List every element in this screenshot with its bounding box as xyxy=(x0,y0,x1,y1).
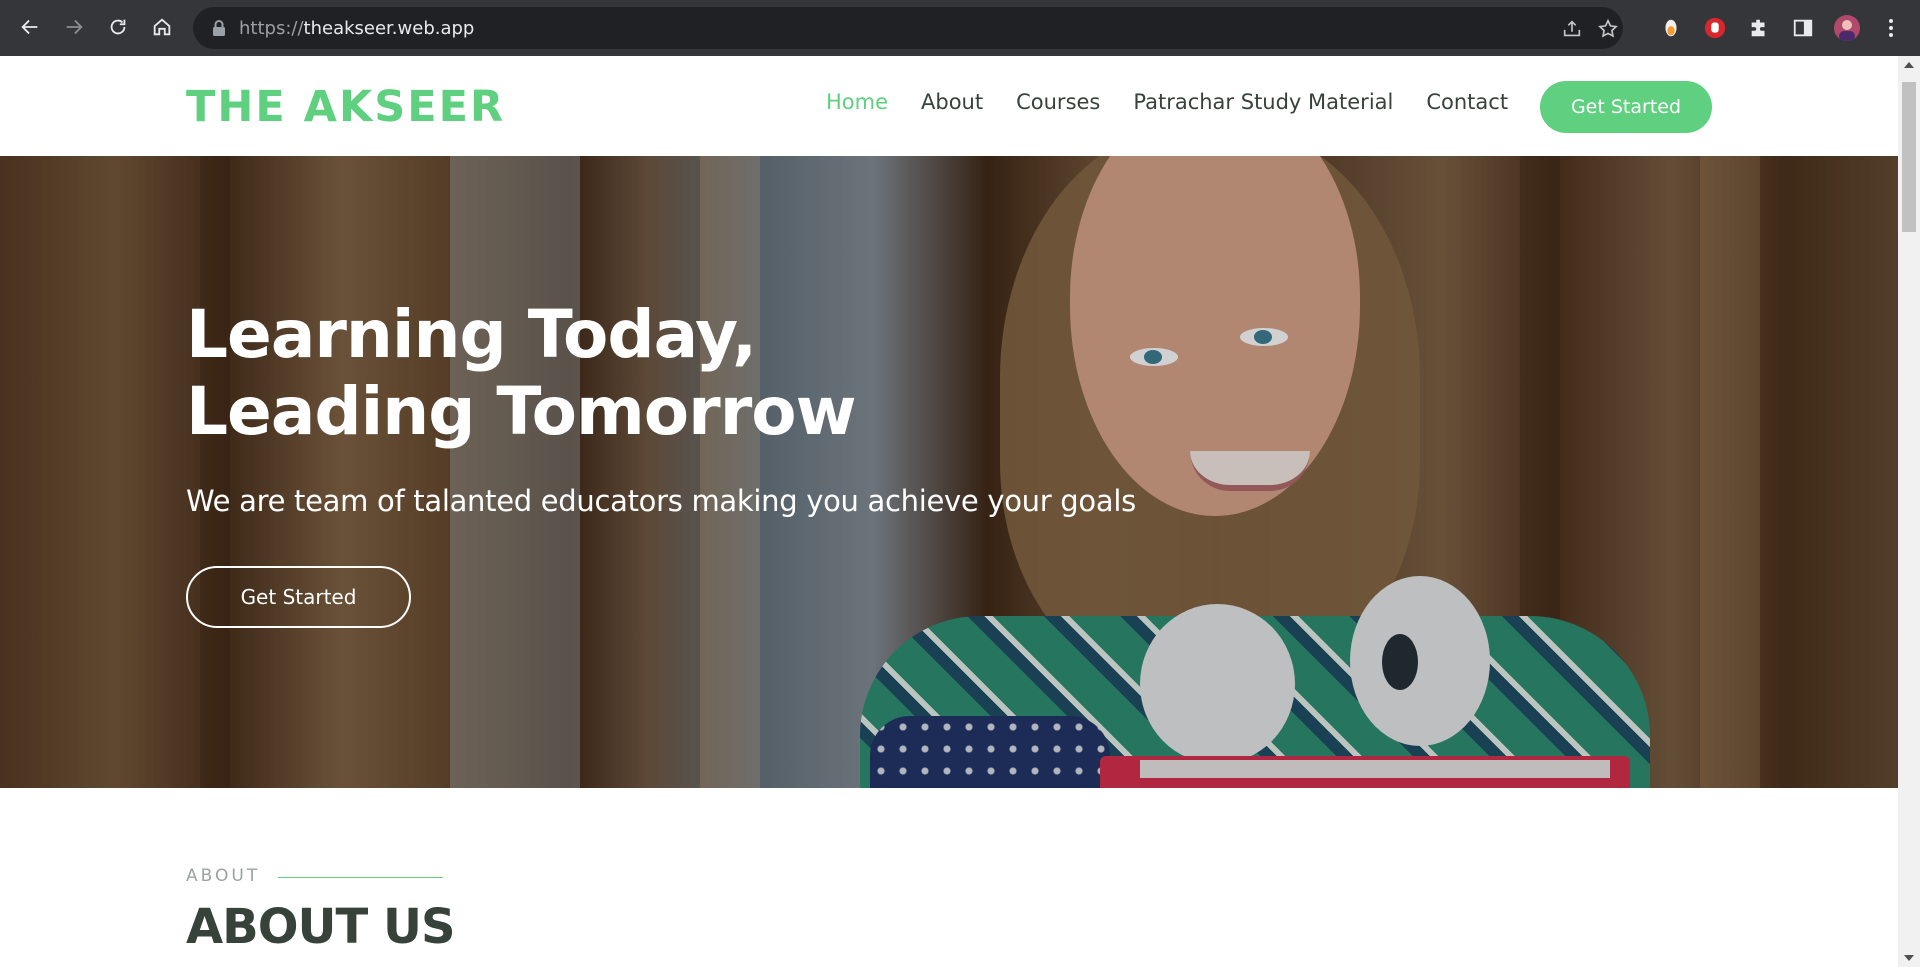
reload-button[interactable] xyxy=(104,13,132,41)
extension-red-hand-icon[interactable] xyxy=(1702,15,1728,41)
hero-subtitle: We are team of talanted educators making… xyxy=(186,484,1136,518)
page-scrollbar[interactable] xyxy=(1898,56,1920,967)
get-started-header-button[interactable]: Get Started xyxy=(1540,81,1712,133)
hero-title-line-1: Learning Today, xyxy=(186,296,757,373)
arrow-left-icon xyxy=(21,19,38,35)
nav-contact[interactable]: Contact xyxy=(1426,90,1508,114)
share-icon[interactable] xyxy=(1561,18,1583,40)
side-panel-icon[interactable] xyxy=(1790,15,1816,41)
browser-toolbar: https://theakseer.web.app xyxy=(0,0,1920,56)
get-started-hero-button[interactable]: Get Started xyxy=(186,566,411,628)
home-icon xyxy=(153,18,171,36)
site-header: THE AKSEER Home About Courses Patrachar … xyxy=(0,56,1898,156)
scroll-up-arrow-icon[interactable] xyxy=(1904,62,1914,68)
hero-background-image xyxy=(0,156,1898,788)
main-nav: Home About Courses Patrachar Study Mater… xyxy=(826,90,1541,114)
nav-courses[interactable]: Courses xyxy=(1016,90,1100,114)
nav-patrachar-study-material[interactable]: Patrachar Study Material xyxy=(1133,90,1393,114)
scrollbar-thumb[interactable] xyxy=(1902,82,1916,232)
back-button[interactable] xyxy=(16,13,44,41)
kebab-menu-icon[interactable] xyxy=(1878,15,1904,41)
puzzle-icon[interactable] xyxy=(1746,15,1772,41)
url-text: https://theakseer.web.app xyxy=(239,18,475,39)
star-icon[interactable] xyxy=(1597,18,1619,40)
lock-icon xyxy=(213,20,225,36)
forward-button[interactable] xyxy=(60,13,88,41)
home-button[interactable] xyxy=(148,13,176,41)
address-bar[interactable]: https://theakseer.web.app xyxy=(193,7,1623,49)
hero-section: Learning Today, Leading Tomorrow We are … xyxy=(0,156,1898,788)
reload-icon xyxy=(110,19,126,35)
about-kicker-divider xyxy=(278,877,443,878)
hero-title-line-2: Leading Tomorrow xyxy=(186,373,857,450)
nav-home[interactable]: Home xyxy=(826,90,888,114)
about-kicker: ABOUT xyxy=(186,866,261,886)
page-viewport[interactable]: THE AKSEER Home About Courses Patrachar … xyxy=(0,56,1898,967)
extension-orange-icon[interactable] xyxy=(1658,15,1684,41)
about-title: ABOUT US xyxy=(186,899,456,955)
scroll-down-arrow-icon[interactable] xyxy=(1904,955,1914,961)
arrow-right-icon xyxy=(66,19,83,35)
avatar[interactable] xyxy=(1834,15,1860,41)
hero-title: Learning Today, Leading Tomorrow xyxy=(186,296,857,450)
site-logo[interactable]: THE AKSEER xyxy=(186,82,505,132)
nav-about[interactable]: About xyxy=(921,90,983,114)
